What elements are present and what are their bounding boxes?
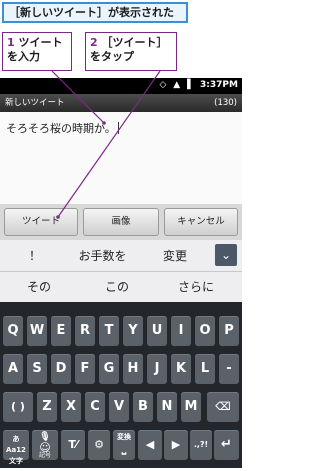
callout-line-2-endpoint: [56, 215, 60, 219]
callout-lines: [51, 70, 161, 219]
callout-line-1-endpoint: [102, 121, 106, 125]
callout-line-1: [51, 70, 105, 124]
